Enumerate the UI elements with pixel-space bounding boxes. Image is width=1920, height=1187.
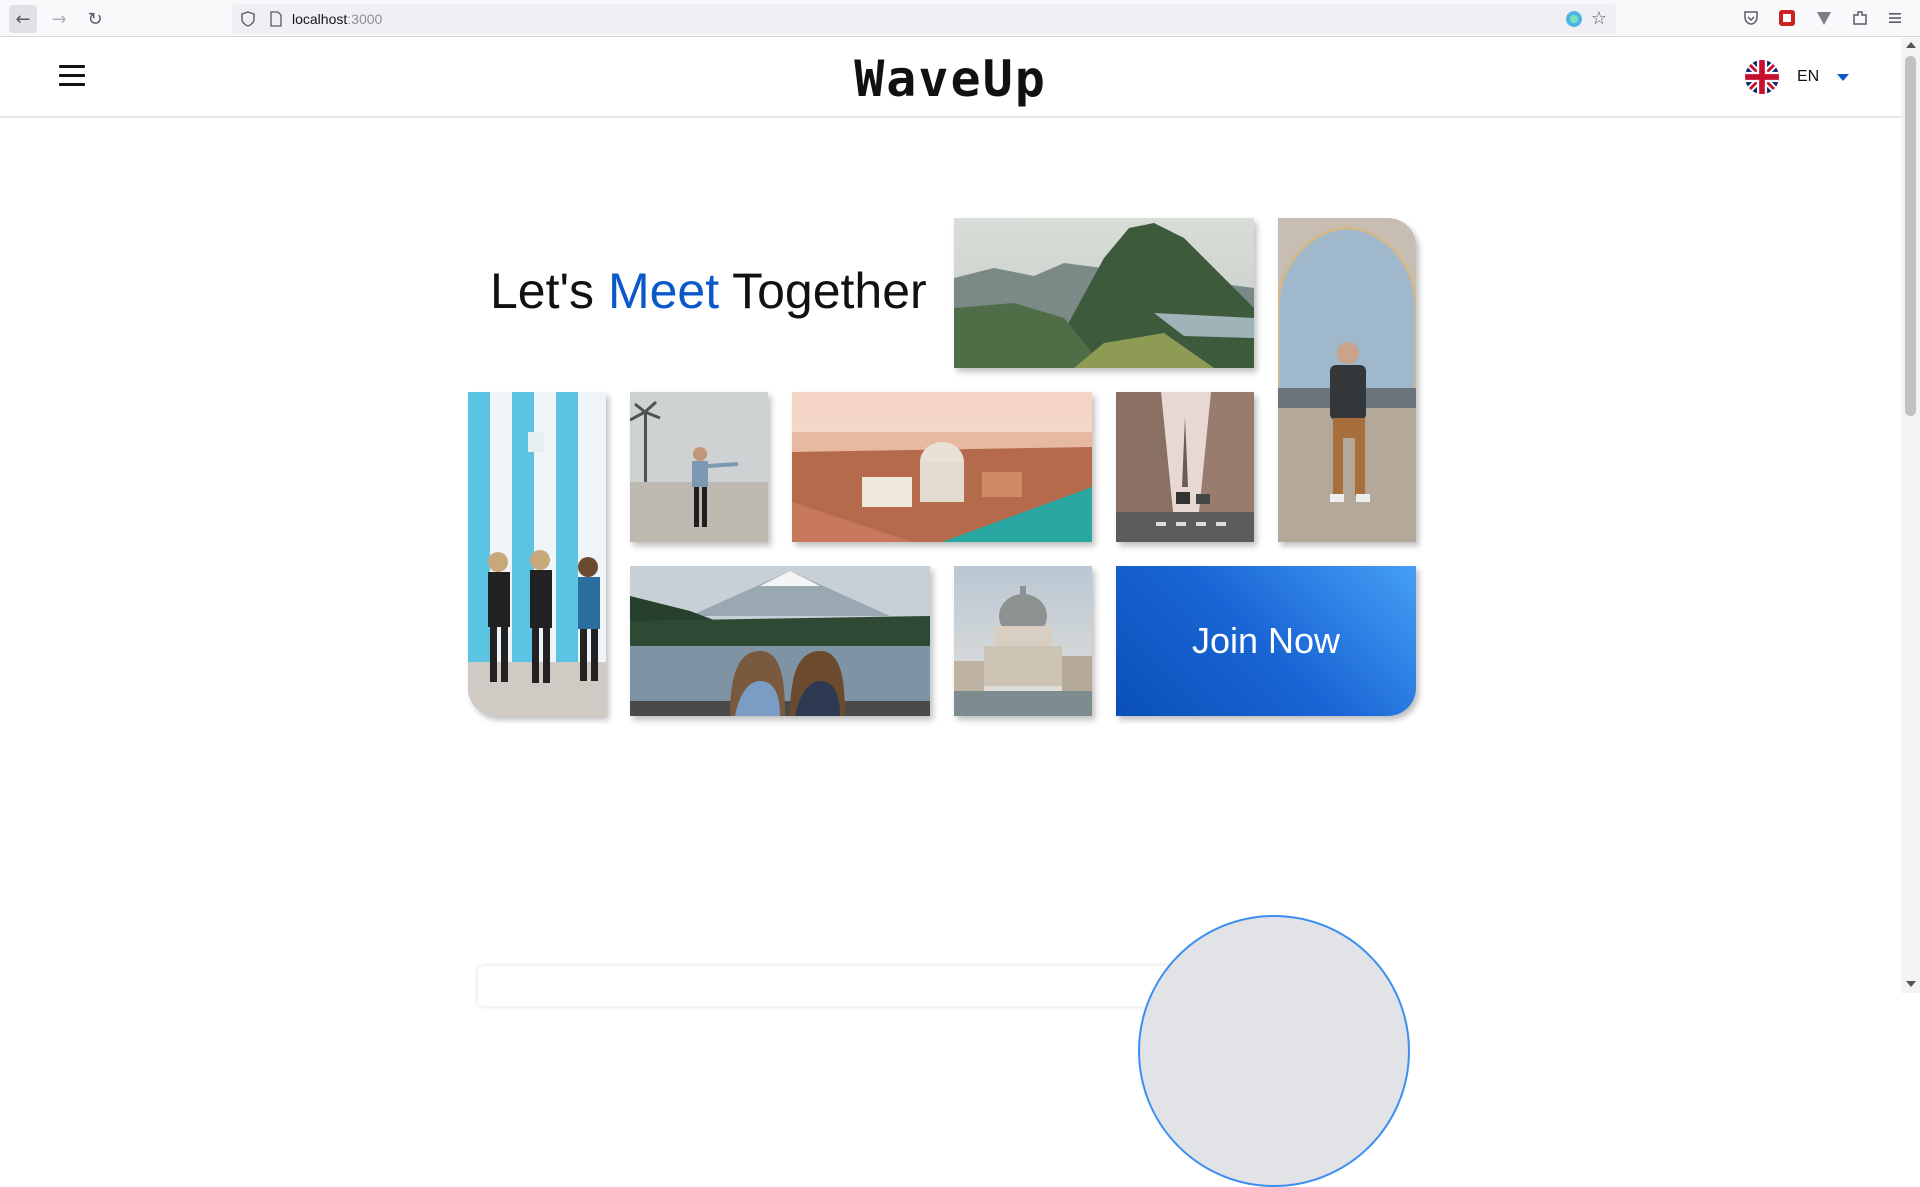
man-beach-photo[interactable]: [630, 392, 768, 542]
hero-title: Let's Meet Together: [490, 263, 927, 319]
app-menu-icon[interactable]: [1884, 7, 1906, 29]
scroll-up-icon[interactable]: [1906, 42, 1916, 48]
mountain-landscape-photo[interactable]: [954, 218, 1254, 368]
uk-flag-icon: [1745, 60, 1779, 94]
venice-basilica-photo[interactable]: [954, 566, 1092, 716]
browser-toolbar: ← → ↻ localhost:3000 ☆: [0, 0, 1920, 37]
bookmark-star-icon[interactable]: ☆: [1591, 8, 1607, 29]
girls-lake-mountain-photo[interactable]: [630, 566, 930, 716]
site-logo[interactable]: WaveUp: [0, 50, 1901, 108]
man-sitting-arch-photo[interactable]: [1278, 218, 1416, 542]
url-text[interactable]: localhost:3000: [292, 11, 382, 27]
page-icon: [270, 11, 282, 27]
scroll-down-icon[interactable]: [1906, 981, 1916, 987]
pocket-icon[interactable]: [1740, 7, 1762, 29]
extensions-puzzle-icon[interactable]: [1849, 7, 1871, 29]
site-header: WaveUp EN: [0, 38, 1901, 118]
page-scrollbar[interactable]: [1901, 38, 1920, 993]
paris-street-photo[interactable]: [1116, 392, 1254, 542]
back-arrow-icon[interactable]: ←: [9, 5, 37, 33]
venice-aerial-photo[interactable]: [792, 392, 1092, 542]
extension-icon[interactable]: [1566, 11, 1582, 27]
addon-red-icon[interactable]: [1776, 7, 1798, 29]
feature-card: [478, 966, 1178, 1006]
language-selector[interactable]: EN: [1745, 60, 1850, 94]
shield-icon[interactable]: [240, 11, 256, 27]
caret-down-icon: [1837, 73, 1850, 81]
addon-v-icon[interactable]: [1813, 7, 1835, 29]
friends-striped-wall-photo[interactable]: [468, 392, 606, 716]
reload-icon[interactable]: ↻: [81, 5, 109, 33]
scroll-thumb[interactable]: [1905, 56, 1916, 416]
language-code: EN: [1797, 68, 1820, 85]
decorative-circle: [1138, 915, 1410, 1187]
hero-title-accent: Meet: [607, 263, 720, 319]
address-bar[interactable]: localhost:3000 ☆: [232, 4, 1616, 34]
forward-arrow-icon[interactable]: →: [45, 5, 73, 33]
join-now-button[interactable]: Join Now: [1116, 566, 1416, 716]
